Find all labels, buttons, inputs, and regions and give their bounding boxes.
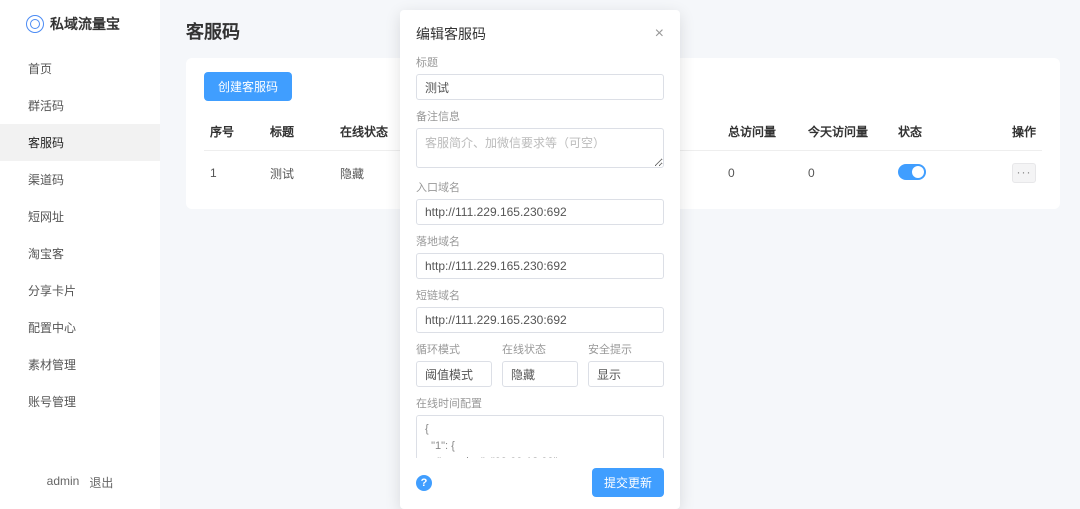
- sidebar-item-group-code[interactable]: 群活码: [0, 87, 160, 124]
- title-input[interactable]: [416, 74, 664, 100]
- th-idx: 序号: [204, 115, 264, 151]
- cell-today: 0: [802, 151, 892, 196]
- label-short-domain: 短链域名: [416, 287, 664, 303]
- landing-domain-input[interactable]: [416, 253, 664, 279]
- more-icon[interactable]: ···: [1012, 163, 1036, 183]
- sidebar-item-materials[interactable]: 素材管理: [0, 346, 160, 383]
- label-schedule: 在线时间配置: [416, 395, 664, 411]
- cell-total: 0: [722, 151, 802, 196]
- cell-status: [892, 151, 972, 196]
- sidebar-item-home[interactable]: 首页: [0, 50, 160, 87]
- submit-button[interactable]: 提交更新: [592, 468, 664, 497]
- label-online-status: 在线状态: [502, 341, 578, 357]
- brand-text: 私域流量宝: [50, 14, 120, 34]
- sidebar-item-config[interactable]: 配置中心: [0, 309, 160, 346]
- th-today: 今天访问量: [802, 115, 892, 151]
- label-loop-mode: 循环模式: [416, 341, 492, 357]
- label-remark: 备注信息: [416, 108, 664, 124]
- th-status: 状态: [892, 115, 972, 151]
- loop-mode-select[interactable]: [416, 361, 492, 387]
- label-safe-tip: 安全提示: [588, 341, 664, 357]
- modal-title: 编辑客服码: [416, 24, 486, 44]
- sidebar-nav: 首页 群活码 客服码 渠道码 短网址 淘宝客 分享卡片 配置中心 素材管理 账号…: [0, 50, 160, 420]
- close-icon[interactable]: ×: [655, 26, 664, 42]
- modal-footer: ? 提交更新: [400, 458, 680, 509]
- current-user[interactable]: admin: [47, 474, 80, 491]
- help-icon[interactable]: ?: [416, 475, 432, 491]
- logout-link[interactable]: 退出: [89, 474, 113, 491]
- modal-body: 标题 备注信息 入口域名 落地域名 短链域名 循环模式 在线状态: [400, 54, 680, 458]
- label-entry-domain: 入口域名: [416, 179, 664, 195]
- sidebar-item-service-code[interactable]: 客服码: [0, 124, 160, 161]
- th-title: 标题: [264, 115, 334, 151]
- sidebar-item-channel-code[interactable]: 渠道码: [0, 161, 160, 198]
- short-domain-input[interactable]: [416, 307, 664, 333]
- modal-header: 编辑客服码 ×: [400, 10, 680, 54]
- th-action: 操作: [972, 115, 1042, 151]
- th-total: 总访问量: [722, 115, 802, 151]
- create-button[interactable]: 创建客服码: [204, 72, 292, 101]
- brand: 私域流量宝: [0, 0, 160, 44]
- cell-idx: 1: [204, 151, 264, 196]
- status-switch[interactable]: [898, 164, 926, 180]
- label-title: 标题: [416, 54, 664, 70]
- entry-domain-input[interactable]: [416, 199, 664, 225]
- online-status-select[interactable]: [502, 361, 578, 387]
- cell-action: ···: [972, 151, 1042, 196]
- schedule-textarea[interactable]: [416, 415, 664, 458]
- safe-tip-select[interactable]: [588, 361, 664, 387]
- edit-modal: 编辑客服码 × 标题 备注信息 入口域名 落地域名 短链域名 循环模式: [400, 10, 680, 509]
- sidebar-item-accounts[interactable]: 账号管理: [0, 383, 160, 420]
- sidebar-item-share-card[interactable]: 分享卡片: [0, 272, 160, 309]
- cell-title: 测试: [264, 151, 334, 196]
- sidebar-item-taobao[interactable]: 淘宝客: [0, 235, 160, 272]
- sidebar-footer: admin 退出: [0, 460, 160, 509]
- sidebar: 私域流量宝 首页 群活码 客服码 渠道码 短网址 淘宝客 分享卡片 配置中心 素…: [0, 0, 160, 509]
- sidebar-item-short-url[interactable]: 短网址: [0, 198, 160, 235]
- remark-textarea[interactable]: [416, 128, 664, 168]
- label-landing-domain: 落地域名: [416, 233, 664, 249]
- phone-ring-icon: [26, 15, 44, 33]
